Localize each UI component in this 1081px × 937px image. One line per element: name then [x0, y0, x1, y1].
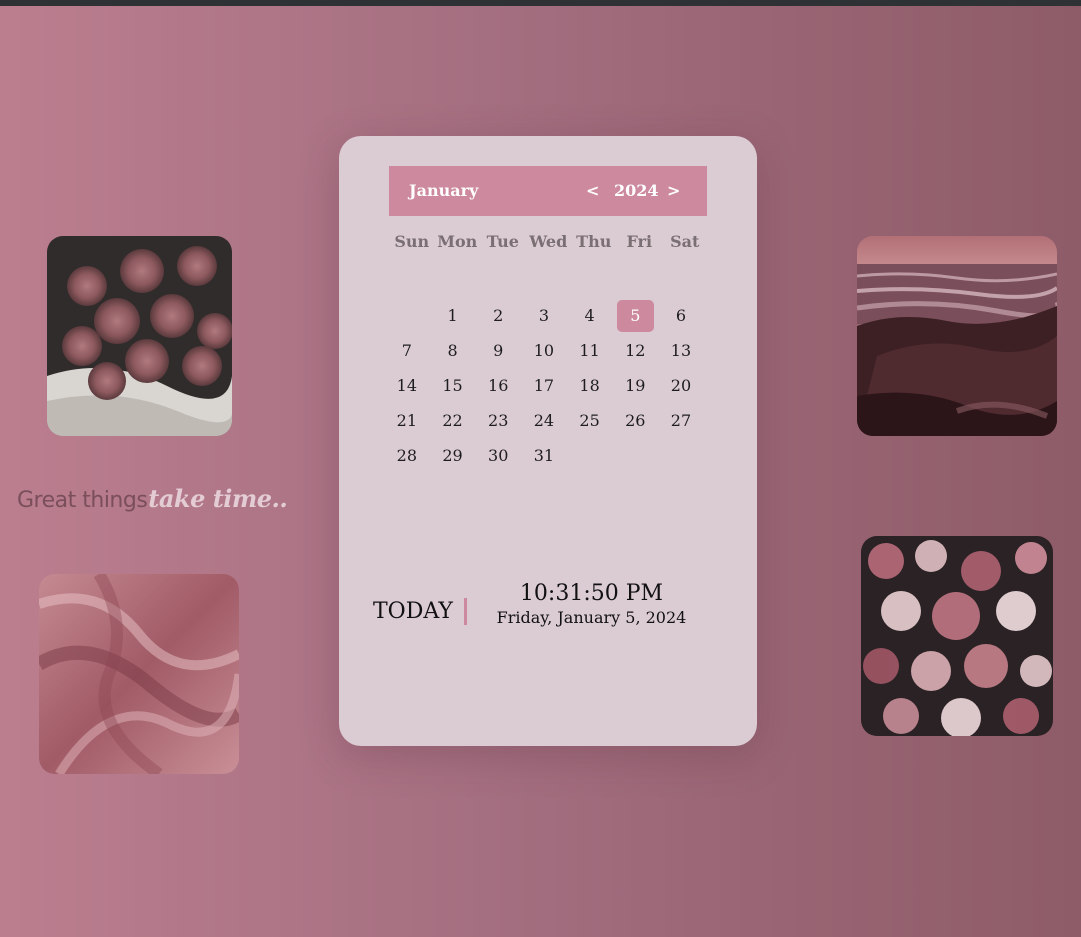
day-number: 20	[670, 376, 692, 395]
day-number: 12	[625, 341, 646, 360]
calendar-day-selected[interactable]: 5	[612, 298, 658, 333]
day-number: 21	[396, 411, 418, 430]
weekday-label: Mon	[437, 232, 478, 251]
calendar-day[interactable]: 4	[567, 298, 613, 333]
today-divider	[464, 598, 467, 625]
weekday-header-row: Sun Mon Tue Wed Thu Fri Sat	[389, 232, 707, 251]
day-number: 11	[579, 341, 600, 360]
day-number: 22	[442, 411, 463, 430]
calendar-day[interactable]: 27	[658, 403, 704, 438]
floral-arrangement-photo	[861, 536, 1053, 736]
browser-top-bar	[0, 0, 1081, 6]
calendar-day[interactable]: 7	[384, 333, 430, 368]
calendar-day[interactable]: 6	[658, 298, 704, 333]
calendar-day[interactable]: 11	[567, 333, 613, 368]
calendar-day[interactable]: 23	[475, 403, 521, 438]
calendar-day[interactable]: 26	[612, 403, 658, 438]
weekday-label: Tue	[486, 232, 519, 251]
calendar-day[interactable]: 13	[658, 333, 704, 368]
calendar-card: January < 2024 > Sun Mon Tue Wed Thu Fri Sat 1…	[339, 136, 757, 746]
calendar-day[interactable]: 21	[384, 403, 430, 438]
empty-day-cell	[384, 298, 430, 333]
day-number: 15	[442, 376, 463, 395]
calendar-day[interactable]: 18	[567, 368, 613, 403]
calendar-day[interactable]: 9	[475, 333, 521, 368]
calendar-day[interactable]: 29	[430, 438, 476, 473]
day-number: 14	[396, 376, 418, 395]
day-number: 24	[533, 411, 555, 430]
calendar-day[interactable]: 3	[521, 298, 567, 333]
day-number: 9	[493, 341, 504, 360]
weekday-label: Fri	[626, 232, 653, 251]
calendar-day[interactable]: 19	[612, 368, 658, 403]
quote-script-text: take time..	[148, 484, 288, 513]
day-number: 2	[493, 306, 504, 325]
calendar-day[interactable]: 15	[430, 368, 476, 403]
day-number: 27	[670, 411, 692, 430]
silk-fabric-photo	[39, 574, 239, 774]
calendar-header: January < 2024 >	[389, 166, 707, 216]
calendar-day[interactable]: 28	[384, 438, 430, 473]
current-date: Friday, January 5, 2024	[496, 608, 687, 627]
motivational-quote: Great thingstake time..	[17, 484, 288, 513]
calendar-day[interactable]: 1	[430, 298, 476, 333]
calendar-day[interactable]: 14	[384, 368, 430, 403]
weekday-label: Sat	[670, 232, 700, 251]
day-number: 8	[447, 341, 458, 360]
current-time: 10:31:50 PM	[519, 581, 664, 606]
day-number: 26	[625, 411, 646, 430]
weekday-label: Thu	[576, 232, 612, 251]
calendar-day[interactable]: 17	[521, 368, 567, 403]
seashore-photo	[857, 236, 1057, 436]
day-number: 19	[625, 376, 646, 395]
weekday-label: Wed	[529, 232, 568, 251]
calendar-days-grid: 1 2 3 4 5 6 7 8 9 10 11 12 13 14 15 16 17 18 19 20 21 22 23 24 2…	[384, 298, 704, 473]
day-number: 3	[538, 306, 549, 325]
day-number: 6	[675, 306, 687, 325]
day-number: 10	[533, 341, 555, 360]
calendar-day[interactable]: 22	[430, 403, 476, 438]
day-number: 1	[447, 306, 458, 325]
day-number: 18	[579, 376, 600, 395]
roses-photo	[47, 236, 232, 436]
calendar-day[interactable]: 25	[567, 403, 613, 438]
calendar-day[interactable]: 8	[430, 333, 476, 368]
day-number: 31	[533, 446, 555, 465]
previous-year-button[interactable]: <	[586, 181, 599, 200]
calendar-day[interactable]: 20	[658, 368, 704, 403]
calendar-day[interactable]: 10	[521, 333, 567, 368]
day-number: 5	[616, 299, 654, 332]
calendar-day[interactable]: 30	[475, 438, 521, 473]
month-label[interactable]: January	[409, 181, 478, 200]
day-number: 30	[488, 446, 509, 465]
day-number: 4	[584, 306, 595, 325]
day-number: 13	[670, 341, 692, 360]
quote-plain-text: Great things	[17, 488, 148, 513]
calendar-day[interactable]: 2	[475, 298, 521, 333]
year-label: 2024	[614, 181, 659, 200]
day-number: 7	[401, 341, 412, 360]
day-number: 23	[488, 411, 509, 430]
calendar-day[interactable]: 24	[521, 403, 567, 438]
weekday-label: Sun	[394, 232, 430, 251]
day-number: 25	[579, 411, 600, 430]
next-year-button[interactable]: >	[667, 181, 680, 200]
calendar-day[interactable]: 12	[612, 333, 658, 368]
today-label: TODAY	[373, 599, 453, 624]
day-number: 17	[533, 376, 555, 395]
day-number: 29	[442, 446, 463, 465]
calendar-day[interactable]: 16	[475, 368, 521, 403]
calendar-day[interactable]: 31	[521, 438, 567, 473]
day-number: 16	[488, 376, 509, 395]
day-number: 28	[396, 446, 418, 465]
